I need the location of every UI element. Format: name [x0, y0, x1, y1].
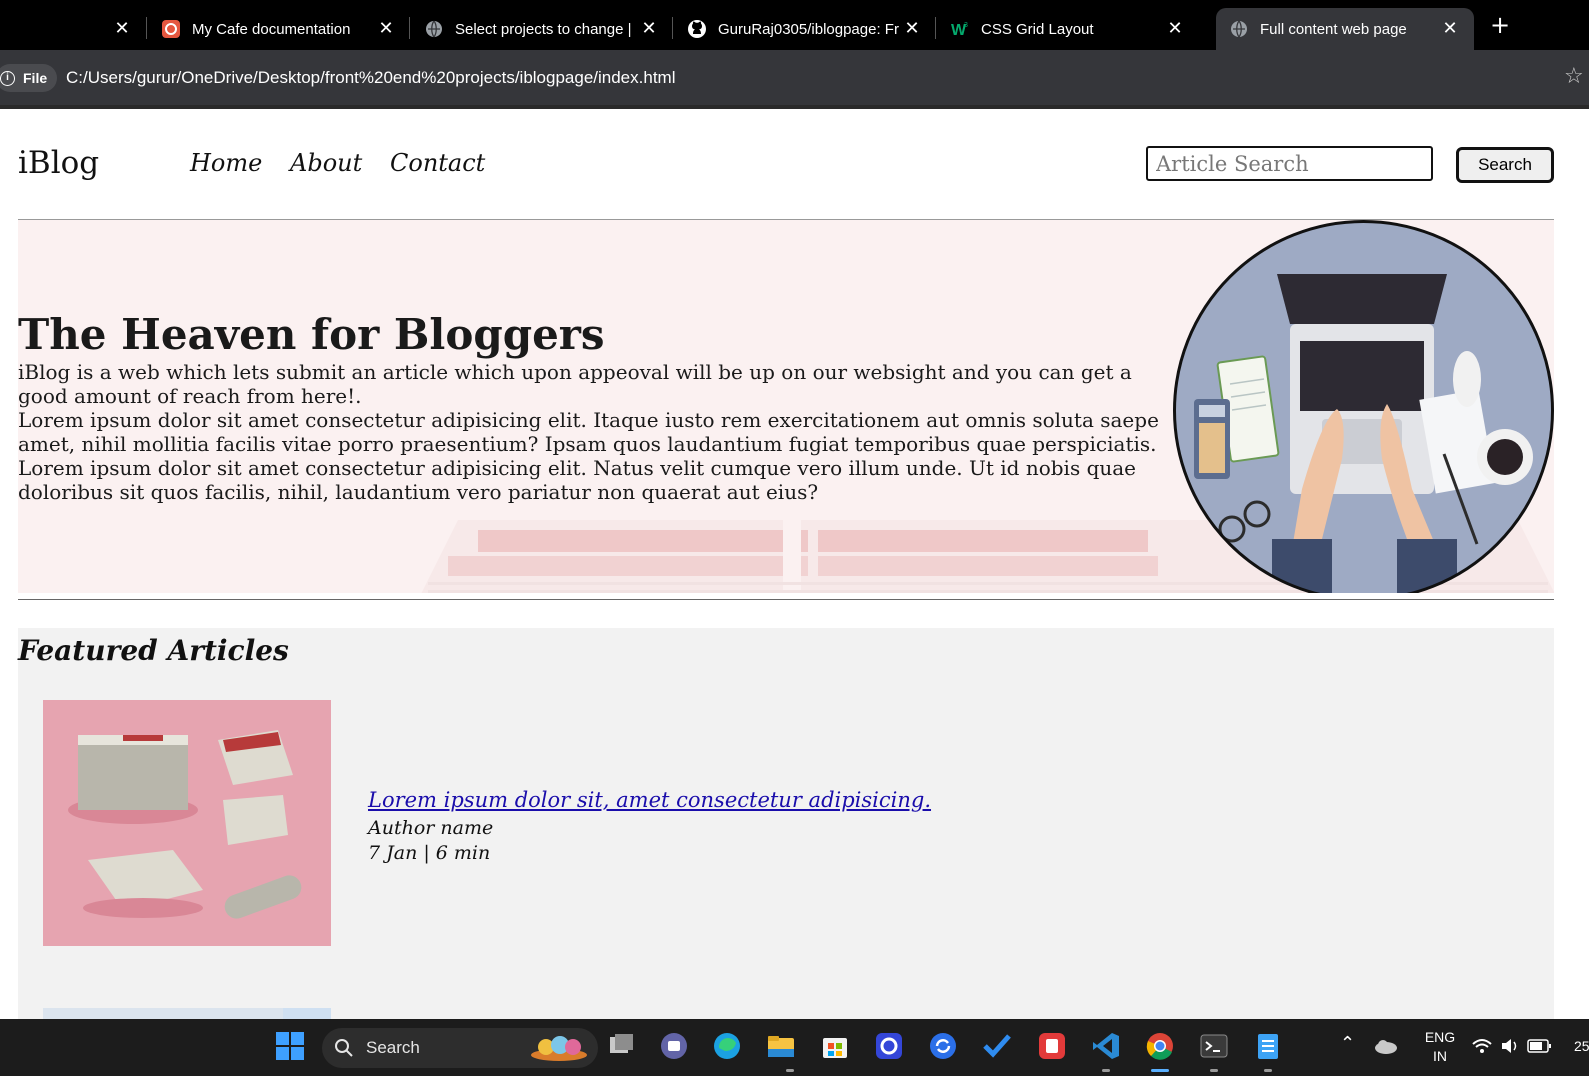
terminal-icon[interactable]: [1197, 1029, 1231, 1063]
task-view-icon[interactable]: [604, 1029, 638, 1063]
newspapers-thumbnail[interactable]: [43, 700, 331, 946]
tab-select-projects[interactable]: Select projects to change | ✕: [425, 8, 665, 50]
running-indicator: [1210, 1069, 1218, 1072]
teams-icon[interactable]: [657, 1029, 691, 1063]
running-indicator: [1102, 1069, 1110, 1072]
tab-my-cafe[interactable]: My Cafe documentation ✕: [162, 8, 402, 50]
nav-contact-link[interactable]: Contact: [390, 149, 485, 177]
clock[interactable]: 25: [1574, 1038, 1589, 1054]
article-meta: 7 Jan | 6 min: [368, 842, 491, 864]
file-chip-label: File: [23, 70, 48, 86]
browser-tab-strip: ✕ My Cafe documentation ✕ Select project…: [0, 0, 1589, 50]
tab-title: Select projects to change |: [455, 20, 632, 38]
battery-icon[interactable]: [1526, 1029, 1554, 1063]
taskbar-search-box[interactable]: Search: [322, 1028, 598, 1068]
wifi-icon[interactable]: [1470, 1029, 1494, 1063]
hero-title: The Heaven for Bloggers: [18, 310, 605, 359]
web-page: iBlog Home About Contact Search The Heav…: [0, 109, 1589, 1019]
url-field[interactable]: C:/Users/gurur/OneDrive/Desktop/front%20…: [66, 68, 675, 88]
article-search-input[interactable]: [1146, 146, 1433, 181]
file-explorer-icon[interactable]: [764, 1029, 798, 1063]
notepad-icon[interactable]: [1251, 1029, 1285, 1063]
laptop-illustration: [1173, 220, 1554, 593]
site-brand[interactable]: iBlog: [18, 145, 99, 181]
edge-icon[interactable]: [710, 1029, 744, 1063]
hero-divider: [18, 599, 1554, 600]
github-icon: [688, 20, 706, 38]
region-code: IN: [1433, 1048, 1447, 1064]
tab-title: CSS Grid Layout: [981, 20, 1094, 38]
hero-paragraph-lorem: Lorem ipsum dolor sit amet consectetur a…: [18, 408, 1159, 504]
running-indicator: [1264, 1069, 1272, 1072]
featured-heading: Featured Articles: [18, 634, 289, 667]
article-title-link[interactable]: Lorem ipsum dolor sit, amet consectetur …: [368, 788, 931, 812]
tab-separator: [146, 17, 147, 39]
globe-icon: [1230, 20, 1248, 38]
running-indicator: [786, 1069, 794, 1072]
address-bar: i File C:/Users/gurur/OneDrive/Desktop/f…: [0, 50, 1589, 105]
cafe-icon: [162, 20, 180, 38]
tab-css-grid[interactable]: W3 CSS Grid Layout ✕: [951, 8, 1191, 50]
todo-icon[interactable]: [980, 1029, 1014, 1063]
close-tab-icon[interactable]: ✕: [639, 18, 659, 38]
info-icon: i: [0, 70, 15, 86]
w3schools-icon: W3: [951, 20, 969, 38]
chrome-icon[interactable]: [1143, 1029, 1177, 1063]
bookmark-star-icon[interactable]: ☆: [1564, 64, 1584, 89]
close-tab-icon[interactable]: ✕: [1440, 18, 1460, 38]
second-article-thumbnail[interactable]: [43, 1008, 331, 1019]
tab-title: Full content web page: [1260, 20, 1407, 38]
language-indicator[interactable]: ENG IN: [1420, 1028, 1460, 1066]
active-app-indicator: [1151, 1069, 1169, 1072]
onedrive-icon[interactable]: [1372, 1029, 1400, 1063]
tab-separator: [672, 17, 673, 39]
windows-start-icon[interactable]: [273, 1029, 307, 1063]
close-tab-icon[interactable]: ✕: [376, 18, 396, 38]
hero-section: The Heaven for Bloggers iBlog is a web w…: [18, 220, 1554, 593]
hero-text: iBlog is a web which lets submit an arti…: [18, 360, 1168, 504]
tab-blank[interactable]: ✕: [0, 8, 140, 50]
featured-articles-section: Featured Articles Lorem ipsum dolor sit,…: [18, 628, 1554, 1019]
nav-home-link[interactable]: Home: [190, 149, 262, 177]
taskbar-search-label: Search: [366, 1038, 420, 1057]
article-author: Author name: [368, 817, 494, 839]
tab-title: GuruRaj0305/iblogpage: Fr: [718, 20, 899, 38]
svg-text:3: 3: [964, 22, 968, 29]
close-tab-icon[interactable]: ✕: [902, 18, 922, 38]
tab-separator: [409, 17, 410, 39]
store-icon[interactable]: [818, 1029, 852, 1063]
tab-title: My Cafe documentation: [192, 20, 351, 38]
app-red-icon[interactable]: [1035, 1029, 1069, 1063]
globe-icon: [425, 20, 443, 38]
tab-separator: [935, 17, 936, 39]
volume-icon[interactable]: [1498, 1029, 1522, 1063]
close-tab-icon[interactable]: ✕: [112, 18, 132, 38]
search-icon: [335, 1039, 353, 1057]
app-icon[interactable]: [872, 1029, 906, 1063]
chevron-up-icon[interactable]: ⌃: [1340, 1033, 1355, 1054]
vscode-icon[interactable]: [1089, 1029, 1123, 1063]
search-highlight-icon: [531, 1036, 587, 1061]
new-tab-button[interactable]: +: [1488, 13, 1512, 38]
search-button[interactable]: Search: [1456, 147, 1554, 183]
windows-taskbar: Search ⌃ ENG IN 25: [0, 1019, 1589, 1076]
nav-about-link[interactable]: About: [290, 149, 362, 177]
language-code: ENG: [1424, 1029, 1456, 1045]
site-info-button[interactable]: i File: [0, 64, 58, 92]
close-tab-icon[interactable]: ✕: [1165, 18, 1185, 38]
tab-full-content[interactable]: Full content web page ✕: [1216, 8, 1474, 50]
hero-paragraph-intro: iBlog is a web which lets submit an arti…: [18, 360, 1132, 408]
tab-github[interactable]: GuruRaj0305/iblogpage: Fr ✕: [688, 8, 928, 50]
sync-icon[interactable]: [926, 1029, 960, 1063]
